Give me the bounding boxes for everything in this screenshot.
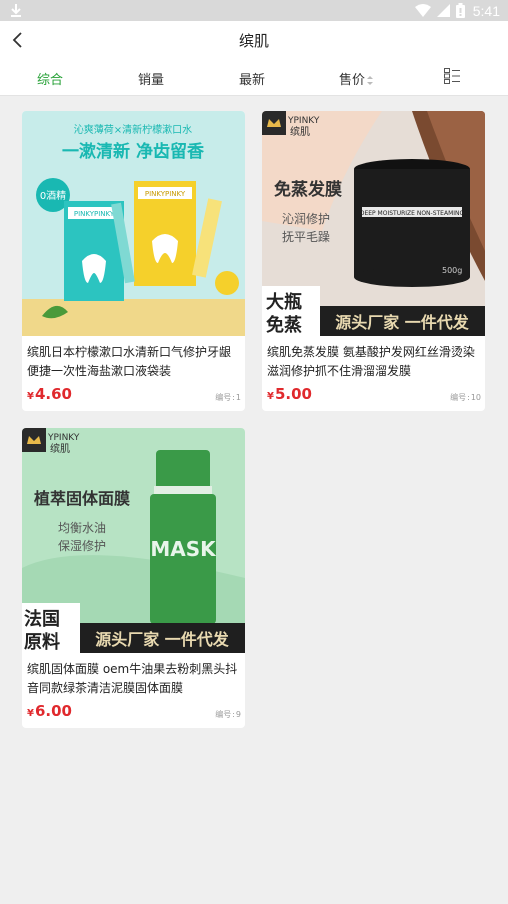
code-value: 9 (235, 710, 241, 719)
code-value: 10 (470, 393, 481, 402)
product-code: 编号:1 (215, 392, 241, 403)
promo-caption: 沁爽薄荷×清新柠檬漱口水 (74, 123, 192, 136)
promo-headline: 免蒸发膜 (274, 179, 342, 200)
product-code: 编号:9 (215, 709, 241, 720)
tab-newest[interactable]: 最新 (239, 69, 265, 88)
jar-label: DEEP MOISTURIZE NON-STEAMING (360, 210, 465, 217)
corner-line2: 免蒸 (266, 314, 302, 336)
stick-label: MASK (150, 537, 217, 561)
code-value: 1 (235, 393, 241, 402)
clock-time: 5:41 (472, 2, 500, 19)
promo-badge: 0酒精 (40, 189, 66, 202)
wifi-icon (414, 4, 431, 17)
product-card[interactable]: YPINKY 缤肌 免蒸发膜 沁润修护 抚平毛躁 DEEP MOISTURIZE… (262, 111, 485, 411)
code-separator: : (232, 710, 235, 719)
battery-icon (455, 3, 465, 18)
tab-sales[interactable]: 销量 (138, 69, 164, 88)
promo-sub1: 沁润修护 (282, 211, 330, 226)
download-icon (11, 4, 21, 17)
page-title: 缤肌 (238, 32, 269, 50)
product-card[interactable]: YPINKY 缤肌 植萃固体面膜 均衡水油 保湿修护 MASK 法国 原料 源头… (22, 428, 245, 728)
product-card[interactable]: 沁爽薄荷×清新柠檬漱口水 一漱清新 净齿留香 0酒精 PINKYPINKY PI… (22, 111, 245, 411)
brand-label-teal: PINKYPINKY (74, 210, 115, 218)
brand-en: YPINKY (287, 116, 320, 126)
promo-banner: 源头厂家 一件代发 (335, 313, 470, 332)
sort-arrows-icon (367, 76, 374, 85)
tab-price[interactable]: 售价 (339, 69, 374, 88)
currency-symbol: ¥ (267, 391, 274, 402)
product-name[interactable]: 缤肌固体面膜 oem牛油果去粉刺黑头抖音同款绿茶清洁泥膜固体面膜 (27, 660, 241, 698)
code-label: 编号 (450, 393, 467, 402)
tab-comprehensive[interactable]: 综合 (37, 69, 63, 88)
product-name[interactable]: 缤肌日本柠檬漱口水清新口气修护牙龈便捷一次性海盐漱口液袋装 (27, 343, 241, 381)
brand-cn: 缤肌 (50, 442, 70, 455)
tab-price-label: 售价 (339, 73, 366, 88)
jar-weight: 500g (442, 266, 462, 275)
code-label: 编号 (215, 710, 232, 719)
status-bar: 5:41 (0, 0, 508, 21)
promo-sub2: 抚平毛躁 (282, 230, 330, 244)
promo-sub2: 保湿修护 (58, 538, 106, 553)
product-image[interactable]: YPINKY 缤肌 免蒸发膜 沁润修护 抚平毛躁 DEEP MOISTURIZE… (262, 111, 485, 336)
product-price: ¥4.60 (27, 385, 72, 403)
price-value: 6.00 (34, 702, 72, 720)
promo-sub1: 均衡水油 (58, 521, 106, 535)
price-value: 4.60 (34, 385, 72, 403)
currency-symbol: ¥ (27, 708, 34, 719)
product-price: ¥6.00 (27, 702, 72, 720)
product-name[interactable]: 缤肌免蒸发膜 氨基酸护发网红丝滑烫染滋润修护抓不住滑溜溜发膜 (267, 343, 481, 381)
price-value: 5.00 (274, 385, 312, 403)
product-price: ¥5.00 (267, 385, 312, 403)
signal-icon (436, 4, 450, 17)
top-app-bar: 缤肌 (0, 21, 508, 59)
promo-headline: 一漱清新 净齿留香 (62, 141, 204, 162)
currency-symbol: ¥ (27, 391, 34, 402)
corner-line1: 法国 (24, 608, 60, 630)
product-code: 编号:10 (450, 392, 481, 403)
brand-cn: 缤肌 (290, 125, 310, 138)
list-view-icon[interactable] (444, 68, 460, 84)
brand-label-yellow: PINKYPINKY (145, 190, 186, 198)
sort-tabs: 综合 销量 最新 售价 (0, 59, 508, 96)
code-label: 编号 (215, 393, 232, 402)
corner-line2: 原料 (24, 631, 60, 653)
code-separator: : (467, 393, 470, 402)
promo-headline: 植萃固体面膜 (33, 489, 130, 508)
code-separator: : (232, 393, 235, 402)
promo-banner: 源头厂家 一件代发 (95, 630, 230, 649)
product-image[interactable]: YPINKY 缤肌 植萃固体面膜 均衡水油 保湿修护 MASK 法国 原料 源头… (22, 428, 245, 653)
product-image[interactable]: 沁爽薄荷×清新柠檬漱口水 一漱清新 净齿留香 0酒精 PINKYPINKY PI… (22, 111, 245, 336)
corner-line1: 大瓶 (266, 291, 302, 313)
brand-en: YPINKY (47, 433, 80, 443)
